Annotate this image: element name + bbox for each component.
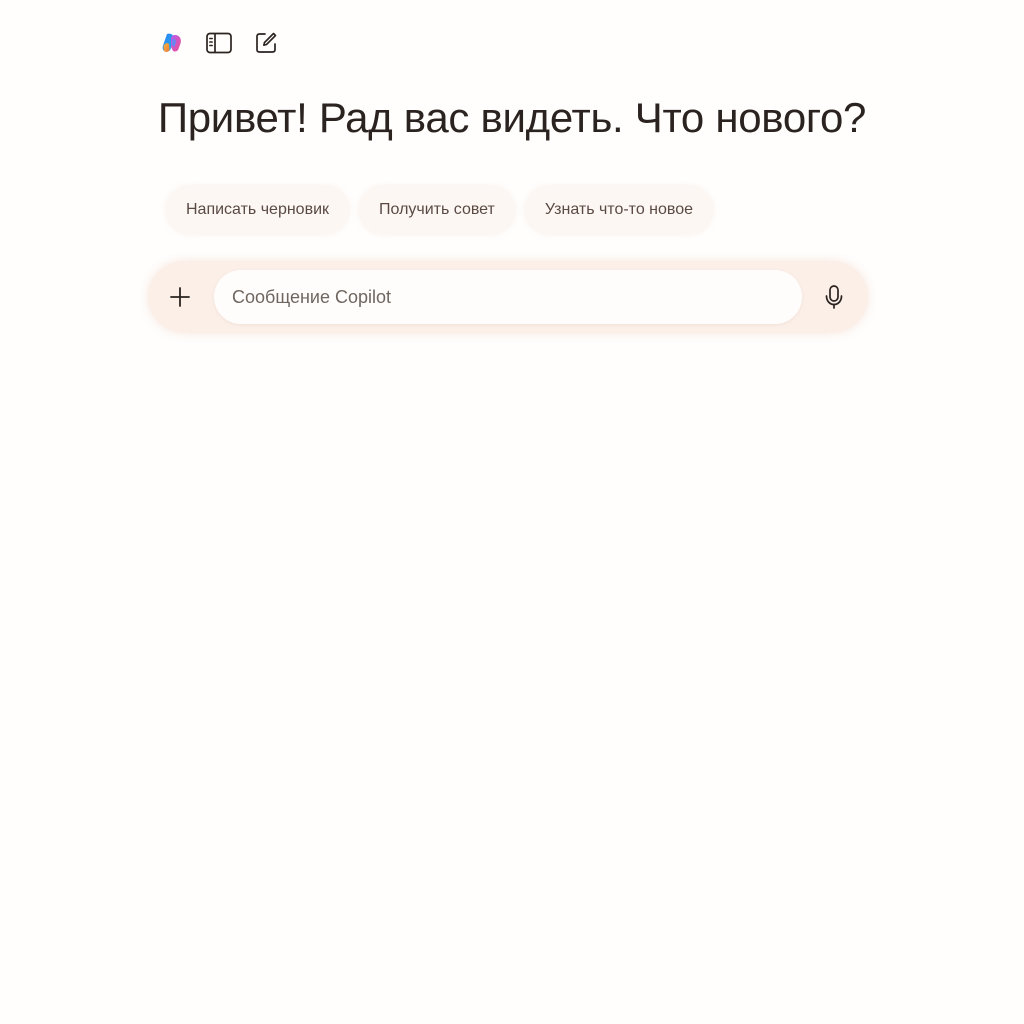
suggestion-draft-button[interactable]: Написать черновик (166, 186, 350, 234)
suggestion-learn-button[interactable]: Узнать что-то новое (524, 186, 714, 234)
message-input[interactable] (214, 270, 802, 324)
message-composer (148, 261, 868, 333)
copilot-logo-icon[interactable] (158, 29, 186, 57)
suggestion-chips: Написать черновик Получить совет Узнать … (166, 186, 714, 234)
microphone-icon[interactable] (816, 279, 852, 315)
new-chat-icon[interactable] (252, 29, 280, 57)
suggestion-advice-button[interactable]: Получить совет (359, 186, 515, 234)
sidebar-toggle-icon[interactable] (205, 29, 233, 57)
greeting-heading: Привет! Рад вас видеть. Что нового? (157, 94, 867, 141)
copilot-home: Привет! Рад вас видеть. Что нового? Напи… (0, 0, 1024, 1024)
plus-icon[interactable] (162, 279, 198, 315)
top-toolbar (158, 29, 280, 57)
